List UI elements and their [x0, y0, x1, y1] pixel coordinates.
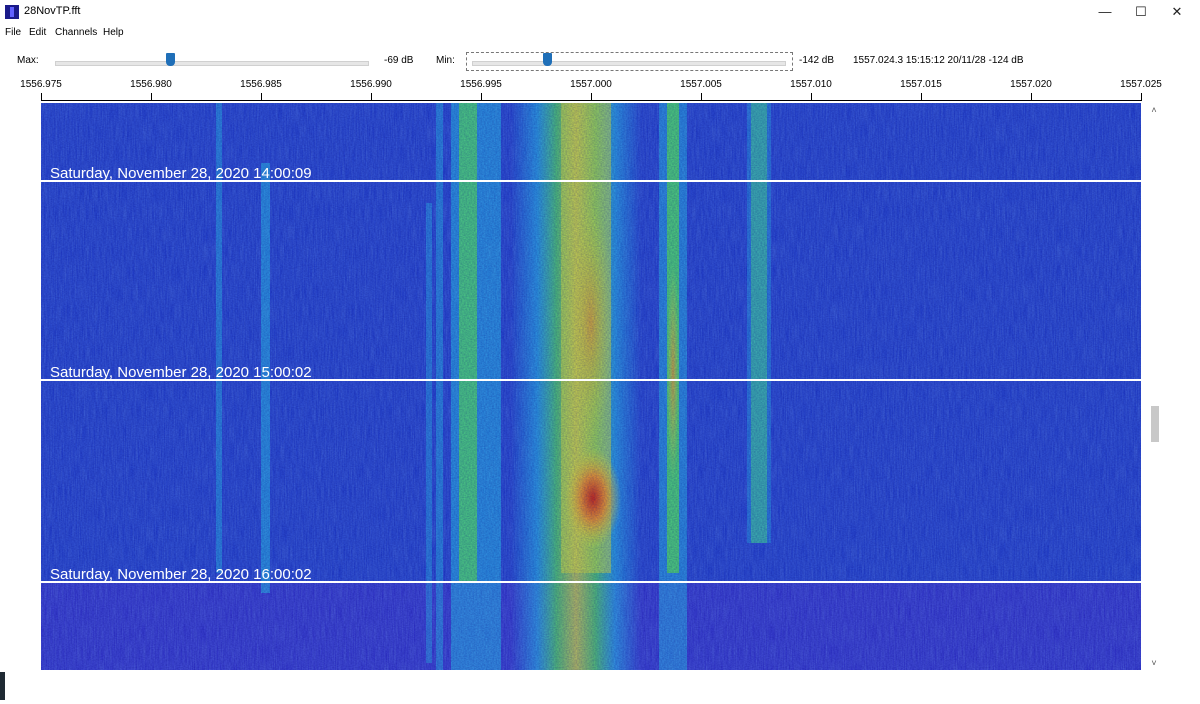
max-value: -69 dB	[384, 55, 414, 66]
axis-tick	[41, 93, 42, 101]
app-icon	[5, 5, 19, 19]
time-marker-label: Saturday, November 28, 2020 15:00:02	[50, 364, 312, 381]
axis-tick	[261, 93, 262, 101]
menu-help[interactable]: Help	[103, 27, 124, 38]
axis-tick-label: 1557.010	[790, 79, 832, 90]
max-label: Max:	[17, 55, 39, 66]
window-title: 28NovTP.fft	[24, 5, 81, 17]
close-button[interactable]: ✕	[1154, 0, 1200, 24]
axis-tick-label: 1557.015	[900, 79, 942, 90]
axis-tick	[591, 93, 592, 101]
axis-tick-label: 1556.995	[460, 79, 502, 90]
axis-tick	[701, 93, 702, 101]
axis-tick-label: 1557.025	[1120, 79, 1162, 90]
waterfall-display[interactable]: Saturday, November 28, 2020 14:00:09 Sat…	[41, 103, 1141, 670]
time-marker-label: Saturday, November 28, 2020 14:00:09	[50, 165, 312, 182]
axis-tick	[371, 93, 372, 101]
axis-tick-label: 1557.005	[680, 79, 722, 90]
menu-file[interactable]: File	[5, 27, 21, 38]
cursor-readout: 1557.024.3 15:15:12 20/11/28 -124 dB	[853, 55, 1024, 66]
axis-tick	[921, 93, 922, 101]
frequency-axis: 1556.975 1556.980 1556.985 1556.990 1556.995…	[0, 76, 1200, 102]
axis-tick	[151, 93, 152, 101]
taskbar-edge	[0, 672, 5, 700]
axis-tick-label: 1557.000	[570, 79, 612, 90]
axis-tick-label: 1556.985	[240, 79, 282, 90]
axis-tick	[811, 93, 812, 101]
axis-tick	[1031, 93, 1032, 101]
max-slider-track[interactable]	[55, 61, 369, 66]
scroll-thumb[interactable]	[1151, 406, 1159, 442]
title-bar: 28NovTP.fft — ☐ ✕	[0, 0, 1200, 24]
axis-tick-label: 1556.975	[20, 79, 62, 90]
menu-edit[interactable]: Edit	[29, 27, 46, 38]
max-slider-thumb[interactable]	[166, 53, 176, 66]
min-label: Min:	[436, 55, 455, 66]
axis-tick-label: 1557.020	[1010, 79, 1052, 90]
spectrogram	[41, 103, 1141, 670]
axis-tick	[481, 93, 482, 101]
axis-tick-label: 1556.990	[350, 79, 392, 90]
vertical-scrollbar[interactable]: ˄ ˅	[1147, 103, 1161, 670]
time-marker-label: Saturday, November 28, 2020 16:00:02	[50, 566, 312, 583]
min-value: -142 dB	[799, 55, 835, 66]
menu-channels[interactable]: Channels	[55, 27, 97, 38]
axis-tick-label: 1556.980	[130, 79, 172, 90]
menu-bar: File Edit Channels Help	[0, 25, 1200, 41]
scroll-up-button[interactable]: ˄	[1147, 105, 1161, 115]
min-slider-focus-box	[466, 52, 793, 71]
scroll-down-button[interactable]: ˅	[1147, 658, 1161, 668]
axis-tick	[1141, 93, 1142, 101]
